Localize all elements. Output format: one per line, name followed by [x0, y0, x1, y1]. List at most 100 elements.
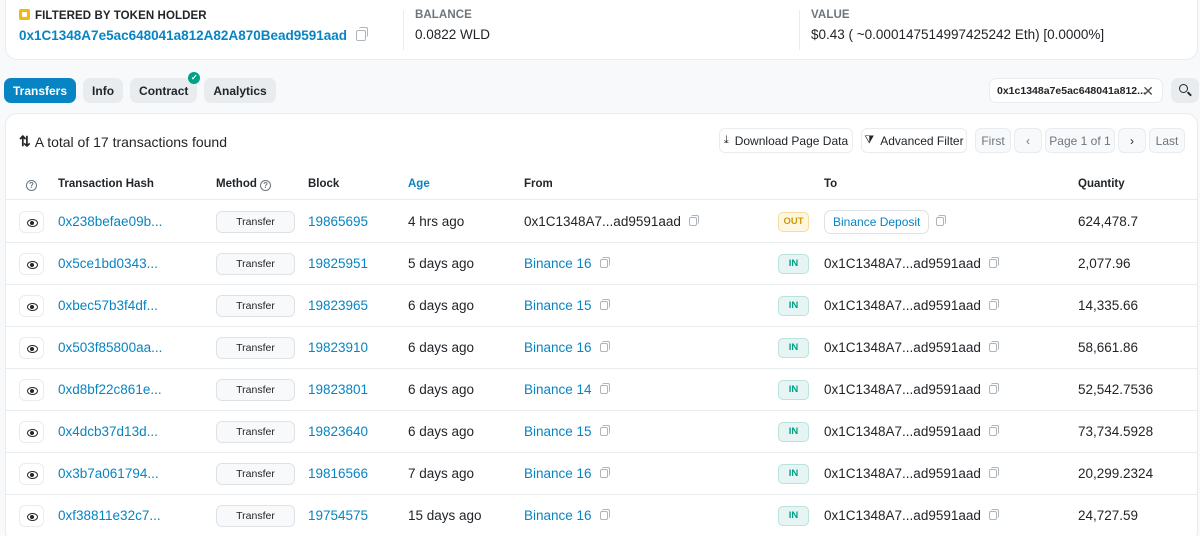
table-row: 0xbec57b3f4df... Transfer 19823965 6 days a… — [6, 285, 1197, 327]
from-cell: 0x1C1348A7...ad9591aad — [524, 214, 699, 229]
view-details-eye-icon[interactable] — [19, 463, 44, 485]
block-link[interactable]: 19823965 — [308, 298, 368, 313]
col-transaction-hash: Transaction Hash — [58, 178, 154, 190]
close-icon[interactable]: ✕ — [1142, 83, 1154, 100]
age-text: 6 days ago — [408, 340, 475, 355]
tx-hash-link[interactable]: 0x238befae09b... — [58, 214, 162, 229]
method-badge: Transfer — [216, 421, 295, 443]
last-page-button[interactable]: Last — [1149, 128, 1185, 153]
copy-icon[interactable] — [356, 27, 368, 41]
tab-transfers[interactable]: Transfers — [4, 78, 77, 103]
tab-info[interactable]: Info — [83, 78, 124, 103]
to-address[interactable]: 0x1C1348A7...ad9591aad — [824, 256, 981, 271]
copy-icon[interactable] — [988, 298, 999, 310]
tx-hash-link[interactable]: 0xbec57b3f4df... — [58, 298, 158, 313]
copy-icon[interactable] — [936, 214, 946, 226]
view-details-eye-icon[interactable] — [19, 295, 44, 317]
method-badge: Transfer — [216, 253, 295, 275]
tx-hash-link[interactable]: 0xf38811e32c7... — [58, 508, 161, 523]
block-link[interactable]: 19754575 — [308, 508, 368, 523]
value-value: $0.43 ( ~0.000147514997425242 Eth) [0.00… — [811, 27, 1105, 42]
to-cell: 0x1C1348A7...ad9591aad — [824, 340, 999, 355]
copy-icon[interactable] — [599, 424, 610, 436]
from-cell: Binance 16 — [524, 256, 610, 271]
from-address[interactable]: Binance 16 — [524, 256, 592, 271]
copy-icon[interactable] — [599, 466, 610, 478]
view-details-eye-icon[interactable] — [19, 211, 44, 233]
help-icon[interactable]: ? — [26, 180, 37, 191]
tab-analytics[interactable]: Analytics — [204, 78, 276, 103]
view-details-eye-icon[interactable] — [19, 253, 44, 275]
age-text: 15 days ago — [408, 508, 482, 523]
copy-icon[interactable] — [988, 424, 999, 436]
divider — [403, 10, 404, 50]
to-address[interactable]: 0x1C1348A7...ad9591aad — [824, 340, 981, 355]
chevron-left-icon: ‹ — [1026, 133, 1030, 148]
to-address-pill[interactable]: Binance Deposit — [824, 210, 930, 234]
table-row: 0x503f85800aa... Transfer 19823910 6 days a… — [6, 327, 1197, 369]
holder-address-link[interactable]: 0x1C1348A7e5ac648041a812A82A870Bead9591a… — [19, 28, 347, 43]
tab-contract[interactable]: Contract ✓ — [130, 72, 201, 103]
tx-hash-link[interactable]: 0x5ce1bd0343... — [58, 256, 158, 271]
method-badge: Transfer — [216, 295, 295, 317]
quantity-value: 2,077.96 — [1078, 256, 1131, 271]
from-address[interactable]: Binance 16 — [524, 466, 592, 481]
to-address[interactable]: 0x1C1348A7...ad9591aad — [824, 298, 981, 313]
first-page-button[interactable]: First — [975, 128, 1011, 153]
view-details-eye-icon[interactable] — [19, 421, 44, 443]
tab-bar: Transfers Info Contract ✓ Analytics — [4, 72, 276, 103]
copy-icon[interactable] — [688, 214, 699, 226]
next-page-button[interactable]: › — [1118, 128, 1146, 153]
block-link[interactable]: 19823640 — [308, 424, 368, 439]
from-address[interactable]: Binance 15 — [524, 298, 592, 313]
copy-icon[interactable] — [988, 508, 999, 520]
sort-icon[interactable]: ⇅ — [19, 133, 31, 150]
balance-value: 0.0822 WLD — [415, 27, 491, 42]
view-details-eye-icon[interactable] — [19, 379, 44, 401]
copy-icon[interactable] — [988, 340, 999, 352]
from-address[interactable]: Binance 15 — [524, 424, 592, 439]
copy-icon[interactable] — [988, 382, 999, 394]
direction-badge: IN — [778, 464, 809, 484]
tx-hash-link[interactable]: 0xd8bf22c861e... — [58, 382, 162, 397]
tx-hash-link[interactable]: 0x3b7a061794... — [58, 466, 159, 481]
copy-icon[interactable] — [599, 382, 610, 394]
to-address[interactable]: 0x1C1348A7...ad9591aad — [824, 466, 981, 481]
tx-hash-link[interactable]: 0x503f85800aa... — [58, 340, 162, 355]
to-address[interactable]: 0x1C1348A7...ad9591aad — [824, 424, 981, 439]
download-icon: ⤓ — [723, 134, 729, 146]
block-link[interactable]: 19825951 — [308, 256, 368, 271]
age-text: 5 days ago — [408, 256, 475, 271]
copy-icon[interactable] — [599, 298, 610, 310]
from-address[interactable]: Binance 16 — [524, 508, 592, 523]
block-link[interactable]: 19823910 — [308, 340, 368, 355]
quantity-value: 24,727.59 — [1078, 508, 1139, 523]
col-age-toggle[interactable]: Age — [408, 178, 430, 190]
tx-hash-link[interactable]: 0x4dcb37d13d... — [58, 424, 158, 439]
col-method: Method ? — [216, 178, 272, 191]
copy-icon[interactable] — [599, 256, 610, 268]
to-address[interactable]: 0x1C1348A7...ad9591aad — [824, 508, 981, 523]
to-cell: 0x1C1348A7...ad9591aad — [824, 424, 999, 439]
view-details-eye-icon[interactable] — [19, 505, 44, 527]
table-row: 0xf38811e32c7... Transfer 19754575 15 days … — [6, 495, 1197, 536]
download-page-data-button[interactable]: ⤓ Download Page Data — [719, 128, 853, 153]
block-link[interactable]: 19865695 — [308, 214, 368, 229]
advanced-filter-button[interactable]: ⧩ Advanced Filter — [861, 128, 967, 153]
block-link[interactable]: 19823801 — [308, 382, 368, 397]
to-address[interactable]: 0x1C1348A7...ad9591aad — [824, 382, 981, 397]
age-text: 6 days ago — [408, 424, 475, 439]
from-address[interactable]: 0x1C1348A7...ad9591aad — [524, 214, 681, 229]
copy-icon[interactable] — [599, 508, 610, 520]
from-cell: Binance 14 — [524, 382, 610, 397]
copy-icon[interactable] — [988, 466, 999, 478]
copy-icon[interactable] — [599, 340, 610, 352]
search-button[interactable] — [1171, 78, 1199, 103]
copy-icon[interactable] — [988, 256, 999, 268]
block-link[interactable]: 19816566 — [308, 466, 368, 481]
help-icon[interactable]: ? — [260, 180, 272, 191]
from-address[interactable]: Binance 16 — [524, 340, 592, 355]
view-details-eye-icon[interactable] — [19, 337, 44, 359]
prev-page-button[interactable]: ‹ — [1014, 128, 1042, 153]
from-address[interactable]: Binance 14 — [524, 382, 592, 397]
